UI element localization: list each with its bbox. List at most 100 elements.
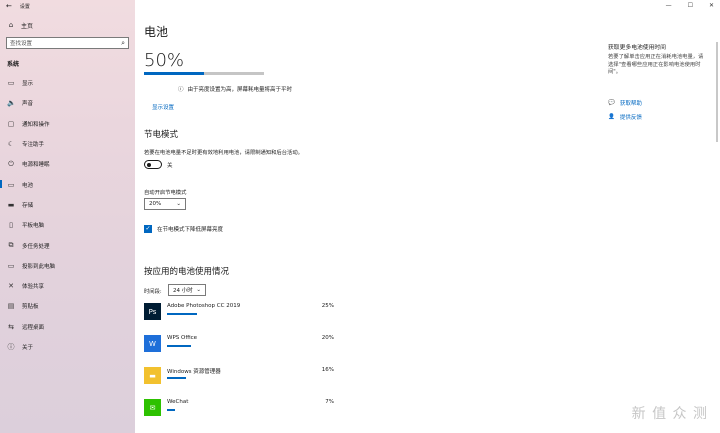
close-button[interactable]: ✕ <box>709 2 714 9</box>
toggle-state: 关 <box>167 162 173 169</box>
clipboard-icon: ▤ <box>7 302 15 311</box>
auto-saver-select[interactable]: 20% ⌄ <box>144 198 186 210</box>
sidebar: ← 设置 ⌂ 主页 查找设置 ⌕ 系统 ▭ 显示 🔈 声音 ▢ 通知和操作 ☾ 专注助手 ⏻ 电源… <box>0 0 135 433</box>
sidebar-item-label: 平板电脑 <box>22 223 45 230</box>
app-usage-bar <box>167 345 191 347</box>
feedback-label: 提供反馈 <box>619 115 642 121</box>
back-arrow-icon[interactable]: ← <box>6 2 12 10</box>
battery-saver-toggle[interactable] <box>144 160 162 169</box>
sidebar-item[interactable]: ⧉ 多任务处理 <box>0 235 135 255</box>
info-icon: ⓘ <box>7 343 15 351</box>
sidebar-item-label: 电源和睡眠 <box>22 162 50 169</box>
period-select[interactable]: 24 小时 ⌄ <box>168 284 206 296</box>
battery-percent: 50% <box>144 50 185 71</box>
battery-icon: ▭ <box>7 180 15 189</box>
multitasking-icon: ⧉ <box>8 241 14 250</box>
app-usage-row[interactable]: ✉ WeChat 7% <box>144 398 334 420</box>
power-icon: ⏻ <box>8 159 14 168</box>
app-icon: Ps <box>144 303 161 320</box>
battery-info-text: 由于亮度设置为高，屏幕耗电量将高于平时 <box>187 87 293 93</box>
info-icon: ⓘ <box>178 87 184 93</box>
maximize-button[interactable]: ☐ <box>688 2 693 9</box>
get-help-link[interactable]: 💬 获取帮助 <box>608 99 642 107</box>
home-icon: ⌂ <box>8 21 14 29</box>
display-icon: ▭ <box>7 79 15 88</box>
app-percent: 20% <box>321 335 334 341</box>
show-settings-link[interactable]: 显示设置 <box>152 103 174 111</box>
chevron-down-icon: ⌄ <box>196 287 201 293</box>
sidebar-item[interactable]: ⏻ 电源和睡眠 <box>0 154 135 174</box>
sidebar-item-label: 存储 <box>22 202 34 209</box>
auto-saver-value: 20% <box>149 201 162 207</box>
sidebar-item[interactable]: ▭ 投影到此电脑 <box>0 256 135 276</box>
page-title: 电池 <box>144 25 169 39</box>
sidebar-item-label: 显示 <box>22 81 34 88</box>
sidebar-item[interactable]: ▯ 平板电脑 <box>0 215 135 235</box>
main-content: — ☐ ✕ 电池 50% ⓘ 由于亮度设置为高，屏幕耗电量将高于平时 显示设置 … <box>135 0 720 433</box>
sidebar-item[interactable]: ▬ 存储 <box>0 195 135 215</box>
sidebar-item-label: 投影到此电脑 <box>22 263 56 270</box>
sidebar-item[interactable]: ⓘ 关于 <box>0 337 135 357</box>
tips-title: 获取更多电池使用时间 <box>608 45 666 51</box>
sidebar-item[interactable]: 🔈 声音 <box>0 93 135 113</box>
app-name: WPS Office <box>167 335 198 341</box>
app-usage-bar <box>167 409 176 411</box>
app-name: Adobe Photoshop CC 2019 <box>167 303 241 309</box>
sidebar-item-label: 专注助手 <box>22 142 45 149</box>
storage-icon: ▬ <box>7 200 15 209</box>
tips-panel: 获取更多电池使用时间 若要了解单击应用正在消耗电池电量，请选择"查看哪些应用正在… <box>608 42 708 77</box>
app-icon: W <box>144 335 161 352</box>
sidebar-item-label: 关于 <box>22 345 34 351</box>
focus-assist-icon: ☾ <box>7 140 15 149</box>
battery-level-fill <box>144 72 204 75</box>
app-usage-row[interactable]: ▬ Windows 资源管理器 16% <box>144 366 334 388</box>
feedback-icon: 👤 <box>608 114 615 120</box>
app-icon: ▬ <box>144 367 161 384</box>
sound-icon: 🔈 <box>7 99 16 108</box>
home-nav-item[interactable]: ⌂ 主页 <box>0 18 135 32</box>
period-label: 时间段: <box>144 289 162 295</box>
sidebar-item[interactable]: ▢ 通知和操作 <box>0 114 135 134</box>
tips-text: 若要了解单击应用正在消耗电池电量，请选择"查看哪些应用正在影响电池使用时间"。 <box>608 54 704 75</box>
sidebar-item[interactable]: ▤ 剪贴板 <box>0 296 135 316</box>
title-bar: ← 设置 <box>0 0 135 12</box>
battery-info: ⓘ 由于亮度设置为高，屏幕耗电量将高于平时 <box>178 85 292 93</box>
sidebar-item-label: 多任务处理 <box>22 243 50 250</box>
app-usage-row[interactable]: W WPS Office 20% <box>144 334 334 356</box>
sidebar-item[interactable]: ⇆ 远程桌面 <box>0 317 135 337</box>
dim-screen-option[interactable]: ✓ 在节电模式下降低屏幕亮度 <box>144 225 223 233</box>
battery-saver-toggle-row: 关 <box>144 160 173 169</box>
dim-screen-label: 在节电模式下降低屏幕亮度 <box>157 227 224 233</box>
app-usage-bar <box>167 377 187 379</box>
feedback-link[interactable]: 👤 提供反馈 <box>608 113 642 121</box>
search-input[interactable]: 查找设置 ⌕ <box>6 37 129 49</box>
projecting-icon: ▭ <box>7 261 15 270</box>
sidebar-item-label: 通知和操作 <box>22 121 50 128</box>
sidebar-item-label: 剪贴板 <box>22 304 39 311</box>
search-icon: ⌕ <box>121 38 125 47</box>
sidebar-item[interactable]: ☾ 专注助手 <box>0 134 135 154</box>
app-percent: 25% <box>321 303 334 309</box>
app-name: Windows 资源管理器 <box>167 369 221 375</box>
app-usage-row[interactable]: Ps Adobe Photoshop CC 2019 25% <box>144 302 334 324</box>
battery-saver-heading: 节电模式 <box>144 130 179 140</box>
scrollbar[interactable] <box>716 42 718 142</box>
sidebar-item-label: 声音 <box>22 101 34 108</box>
sidebar-item[interactable]: ✕ 体验共享 <box>0 276 135 296</box>
sidebar-item[interactable]: ▭ 显示 <box>0 73 135 93</box>
sidebar-item[interactable]: ▭ 电池 <box>0 174 135 194</box>
minimize-button[interactable]: — <box>666 2 672 9</box>
sidebar-item-label: 电池 <box>22 182 34 189</box>
checkbox-checked-icon[interactable]: ✓ <box>144 225 152 233</box>
period-value: 24 小时 <box>173 288 193 294</box>
sidebar-item-label: 远程桌面 <box>22 324 45 331</box>
search-placeholder: 查找设置 <box>10 41 33 47</box>
tablet-icon: ▯ <box>9 221 13 230</box>
section-title: 系统 <box>7 61 20 68</box>
watermark: 新 值 众 测 <box>631 406 708 422</box>
remote-desktop-icon: ⇆ <box>8 322 14 331</box>
chevron-down-icon: ⌄ <box>176 201 181 207</box>
notification-icon: ▢ <box>7 119 15 128</box>
get-help-label: 获取帮助 <box>619 101 642 107</box>
app-percent: 16% <box>321 367 334 373</box>
